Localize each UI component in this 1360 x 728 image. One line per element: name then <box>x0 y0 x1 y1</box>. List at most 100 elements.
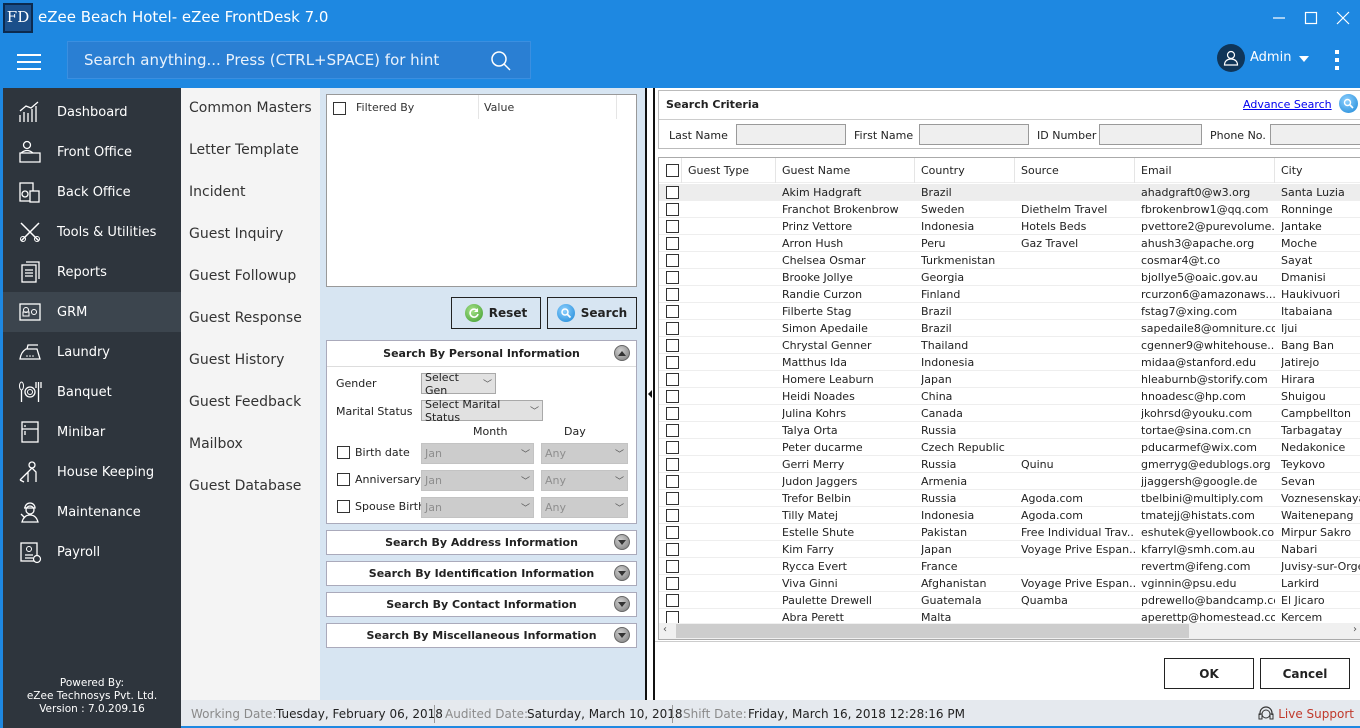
table-row[interactable]: Chelsea Osmar Turkmenistan cosmar4@t.co Say… <box>659 252 1360 269</box>
user-dropdown-icon[interactable] <box>1299 56 1309 62</box>
horizontal-scrollbar[interactable]: ‹ › <box>659 623 1360 639</box>
table-row[interactable]: Arron Hush Peru Gaz Travel ahush3@apache.or… <box>659 235 1360 252</box>
address-information-section[interactable]: Search By Address Information <box>326 530 637 555</box>
submenu-item-guest-database[interactable]: Guest Database <box>189 478 301 494</box>
user-avatar[interactable] <box>1217 44 1245 72</box>
scroll-right-icon[interactable]: › <box>1353 624 1357 635</box>
scroll-left-icon[interactable]: ‹ <box>663 624 667 635</box>
row-checkbox[interactable] <box>666 526 679 539</box>
row-checkbox[interactable] <box>666 577 679 590</box>
table-row[interactable]: Rycca Evert France revertm@ifeng.com Juvisy… <box>659 558 1360 575</box>
table-row[interactable]: Filberte Stag Brazil fstag7@xing.com Itabai… <box>659 303 1360 320</box>
sidebar-item-minibar[interactable]: Minibar <box>3 412 181 452</box>
select-all-checkbox[interactable] <box>666 164 679 177</box>
row-checkbox[interactable] <box>666 543 679 556</box>
row-checkbox[interactable] <box>666 509 679 522</box>
table-row[interactable]: Tilly Matej Indonesia Agoda.com tmatejj@his… <box>659 507 1360 524</box>
menu-toggle-button[interactable] <box>17 54 41 70</box>
row-checkbox[interactable] <box>666 305 679 318</box>
table-row[interactable]: Trefor Belbin Russia Agoda.com tbelbini@mul… <box>659 490 1360 507</box>
row-checkbox[interactable] <box>666 220 679 233</box>
row-checkbox[interactable] <box>666 475 679 488</box>
column-header-guest-name[interactable]: Guest Name <box>782 164 850 177</box>
table-row[interactable]: Akim Hadgraft Brazil ahadgraft0@w3.org Sant… <box>659 184 1360 201</box>
identification-information-section[interactable]: Search By Identification Information <box>326 561 637 586</box>
birth-date-day-select[interactable]: Any ﹀ <box>541 443 628 464</box>
submenu-item-common-masters[interactable]: Common Masters <box>189 100 312 116</box>
table-row[interactable]: Prinz Vettore Indonesia Hotels Beds pvettor… <box>659 218 1360 235</box>
submenu-item-guest-history[interactable]: Guest History <box>189 352 284 368</box>
marital-status-select[interactable]: Select Marital Status ﹀ <box>421 398 543 424</box>
sidebar-item-back-office[interactable]: Back Office <box>3 172 181 212</box>
submenu-item-guest-feedback[interactable]: Guest Feedback <box>189 394 301 410</box>
row-checkbox[interactable] <box>666 594 679 607</box>
user-name[interactable]: Admin <box>1250 50 1291 65</box>
submenu-item-mailbox[interactable]: Mailbox <box>189 436 243 452</box>
section-header[interactable]: Search By Identification Information <box>327 562 636 585</box>
row-checkbox[interactable] <box>666 271 679 284</box>
table-row[interactable]: Homere Leaburn Japan hleaburnb@storify.com… <box>659 371 1360 388</box>
sidebar-item-dashboard[interactable]: Dashboard <box>3 92 181 132</box>
submenu-item-guest-followup[interactable]: Guest Followup <box>189 268 296 284</box>
table-row[interactable]: Estelle Shute Pakistan Free Individual Tra… <box>659 524 1360 541</box>
advance-search-link[interactable]: Advance Search <box>1243 98 1332 111</box>
collapse-icon[interactable] <box>614 345 630 361</box>
table-row[interactable]: Talya Orta Russia tortae@sina.com.cn Tarbag… <box>659 422 1360 439</box>
row-checkbox[interactable] <box>666 373 679 386</box>
sidebar-item-payroll[interactable]: Payroll <box>3 532 181 572</box>
anniversary-checkbox[interactable] <box>337 473 350 486</box>
birth-date-checkbox[interactable] <box>337 446 350 459</box>
panel-splitter[interactable] <box>645 88 655 700</box>
last-name-input[interactable] <box>736 124 846 145</box>
row-checkbox[interactable] <box>666 254 679 267</box>
table-row[interactable]: Gerri Merry Russia Quinu gmerryg@edublogs.o… <box>659 456 1360 473</box>
table-row[interactable]: Randie Curzon Finland rcurzon6@amazonaws..… <box>659 286 1360 303</box>
column-header-city[interactable]: City <box>1281 164 1303 177</box>
table-row[interactable]: Julina Kohrs Canada jkohrsd@youku.com Campb… <box>659 405 1360 422</box>
section-header[interactable]: Search By Contact Information <box>327 593 636 616</box>
row-checkbox[interactable] <box>666 492 679 505</box>
phone-input[interactable] <box>1270 124 1360 145</box>
row-checkbox[interactable] <box>666 560 679 573</box>
column-header-country[interactable]: Country <box>921 164 965 177</box>
close-button[interactable] <box>1330 6 1356 30</box>
spouse-birth-month-select[interactable]: Jan ﹀ <box>421 497 534 518</box>
advance-search-icon[interactable] <box>1339 94 1358 113</box>
gender-select[interactable]: Select Gen ﹀ <box>421 371 496 397</box>
expand-icon[interactable] <box>614 534 630 550</box>
select-all-filters-checkbox[interactable] <box>333 101 346 115</box>
submenu-item-guest-inquiry[interactable]: Guest Inquiry <box>189 226 283 242</box>
search-button[interactable]: Search <box>547 297 637 329</box>
row-checkbox[interactable] <box>666 288 679 301</box>
section-header[interactable]: Search By Address Information <box>327 531 636 554</box>
sidebar-item-tools-utilities[interactable]: Tools & Utilities <box>3 212 181 252</box>
sidebar-item-banquet[interactable]: Banquet <box>3 372 181 412</box>
table-row[interactable]: Kim Farry Japan Voyage Prive Espan... kfarr… <box>659 541 1360 558</box>
row-checkbox[interactable] <box>666 203 679 216</box>
personal-info-header[interactable]: Search By Personal Information <box>327 341 636 366</box>
expand-icon[interactable] <box>614 565 630 581</box>
table-row[interactable]: Brooke Jollye Georgia bjollye5@oaic.gov.au… <box>659 269 1360 286</box>
live-support-link[interactable]: Live Support <box>1258 705 1354 723</box>
row-checkbox[interactable] <box>666 186 679 199</box>
sidebar-item-laundry[interactable]: Laundry <box>3 332 181 372</box>
table-row[interactable]: Peter ducarme Czech Republic pducarmef@wix… <box>659 439 1360 456</box>
row-checkbox[interactable] <box>666 390 679 403</box>
sidebar-item-grm[interactable]: GRM <box>0 292 181 332</box>
expand-icon[interactable] <box>614 627 630 643</box>
column-header-source[interactable]: Source <box>1021 164 1059 177</box>
submenu-item-guest-response[interactable]: Guest Response <box>189 310 302 326</box>
row-checkbox[interactable] <box>666 441 679 454</box>
cancel-button[interactable]: Cancel <box>1260 658 1350 689</box>
id-number-input[interactable] <box>1099 124 1202 145</box>
table-row[interactable]: Simon Apedaile Brazil sapedaile8@omniture.… <box>659 320 1360 337</box>
row-checkbox[interactable] <box>666 458 679 471</box>
first-name-input[interactable] <box>919 124 1029 145</box>
sidebar-item-front-office[interactable]: Front Office <box>3 132 181 172</box>
row-checkbox[interactable] <box>666 424 679 437</box>
table-row[interactable]: Matthus Ida Indonesia midaa@stanford.edu Ja… <box>659 354 1360 371</box>
more-options-icon[interactable] <box>1335 50 1341 74</box>
minimize-button[interactable] <box>1266 6 1292 30</box>
ok-button[interactable]: OK <box>1164 658 1254 689</box>
row-checkbox[interactable] <box>666 339 679 352</box>
